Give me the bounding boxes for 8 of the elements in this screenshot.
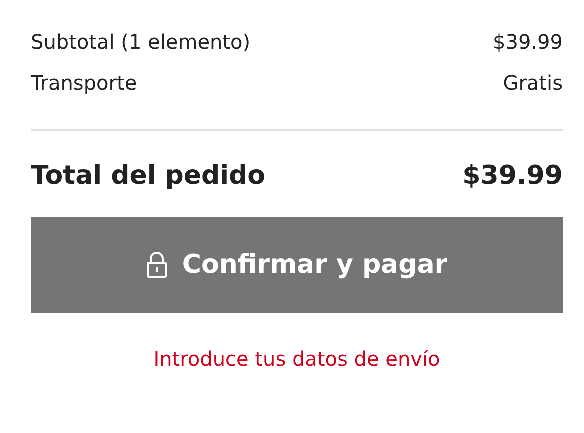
lock-icon xyxy=(146,252,168,278)
summary-label: Transporte xyxy=(31,71,138,95)
summary-value: $39.99 xyxy=(493,30,563,54)
total-value: $39.99 xyxy=(462,161,563,191)
summary-label: Subtotal (1 elemento) xyxy=(31,30,251,54)
summary-value: Gratis xyxy=(503,71,563,95)
error-message: Introduce tus datos de envío xyxy=(152,347,442,371)
total-label: Total del pedido xyxy=(31,161,266,191)
